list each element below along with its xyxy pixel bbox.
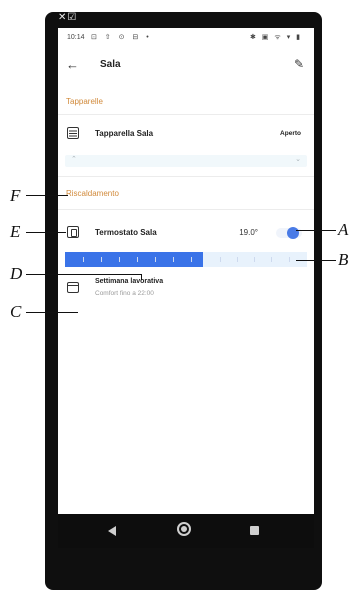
callout-line-F xyxy=(26,195,68,197)
calendar-icon xyxy=(67,282,79,293)
device-state: Aperto xyxy=(280,130,301,137)
section-title-riscaldamento: Riscaldamento xyxy=(66,189,119,198)
callout-line-D xyxy=(26,274,142,276)
slider-tick xyxy=(220,257,221,262)
slider-tick xyxy=(254,257,255,262)
divider xyxy=(58,176,314,177)
callout-C: C xyxy=(10,302,22,321)
nav-recents-icon[interactable] xyxy=(250,526,259,535)
slider-tick xyxy=(155,257,156,262)
pencil-icon[interactable]: ✎ xyxy=(294,57,304,71)
callout-line-E xyxy=(26,232,66,234)
chevron-up-icon[interactable]: ⌃ xyxy=(71,155,77,163)
divider xyxy=(58,209,314,210)
section-title-tapparelle: Tapparelle xyxy=(66,97,103,106)
callout-D: D xyxy=(10,264,23,283)
android-nav-bar xyxy=(58,514,314,548)
callout-A: A xyxy=(338,220,349,239)
toggle-knob[interactable] xyxy=(287,227,299,239)
slider-tick xyxy=(119,257,120,262)
status-icons-left: ⊡ ⇧ ⊙ ⊟ • xyxy=(91,34,152,41)
thermostat-icon xyxy=(67,226,79,238)
page-title: Sala xyxy=(100,59,121,70)
slider-tick xyxy=(271,257,272,262)
app-bar: ← Sala ✎ xyxy=(58,52,314,82)
slider-tick xyxy=(83,257,84,262)
temperature-value: 19.0° xyxy=(239,228,258,237)
schedule-title: Settimana lavorativa xyxy=(95,278,164,285)
shutter-control-bar[interactable]: ⌃ ⌄ xyxy=(65,155,307,167)
callout-E: E xyxy=(10,222,21,241)
divider xyxy=(58,114,314,115)
callout-line-C xyxy=(26,312,78,314)
device-name: Termostato Sala xyxy=(95,228,157,237)
status-icons-right: ✱ ▣ ᯤ ▾ ▮ xyxy=(249,34,302,41)
chevron-down-icon[interactable]: ⌄ xyxy=(295,155,301,163)
schedule-subtitle: Comfort fino a 22:00 xyxy=(95,290,154,297)
status-time: 10:14 xyxy=(67,34,85,41)
device-name: Tapparella Sala xyxy=(95,129,154,138)
slider-tick xyxy=(237,257,238,262)
arrow-left-icon[interactable]: ← xyxy=(66,57,79,72)
callout-F: F xyxy=(10,186,21,205)
slider-tick xyxy=(173,257,174,262)
nav-home-icon[interactable] xyxy=(177,522,191,536)
slider-tick xyxy=(191,257,192,262)
slider-tick xyxy=(137,257,138,262)
slider-tick xyxy=(101,257,102,262)
slider-fill xyxy=(65,252,203,267)
top-corner-glyph: ✕☑ xyxy=(58,12,78,23)
callout-line-A xyxy=(296,230,336,232)
callout-B: B xyxy=(338,250,349,269)
setpoint-slider[interactable] xyxy=(65,252,307,267)
callout-line-B xyxy=(296,260,336,262)
app-screen: 10:14 ⊡ ⇧ ⊙ ⊟ • ✱ ▣ ᯤ ▾ ▮ ← Sala ✎ Tappa… xyxy=(58,28,314,548)
slider-tick xyxy=(289,257,290,262)
status-bar: 10:14 ⊡ ⇧ ⊙ ⊟ • ✱ ▣ ᯤ ▾ ▮ xyxy=(58,28,314,50)
nav-back-icon[interactable] xyxy=(108,526,116,536)
callout-line-D-tick xyxy=(141,274,143,280)
shutter-icon xyxy=(67,127,79,139)
